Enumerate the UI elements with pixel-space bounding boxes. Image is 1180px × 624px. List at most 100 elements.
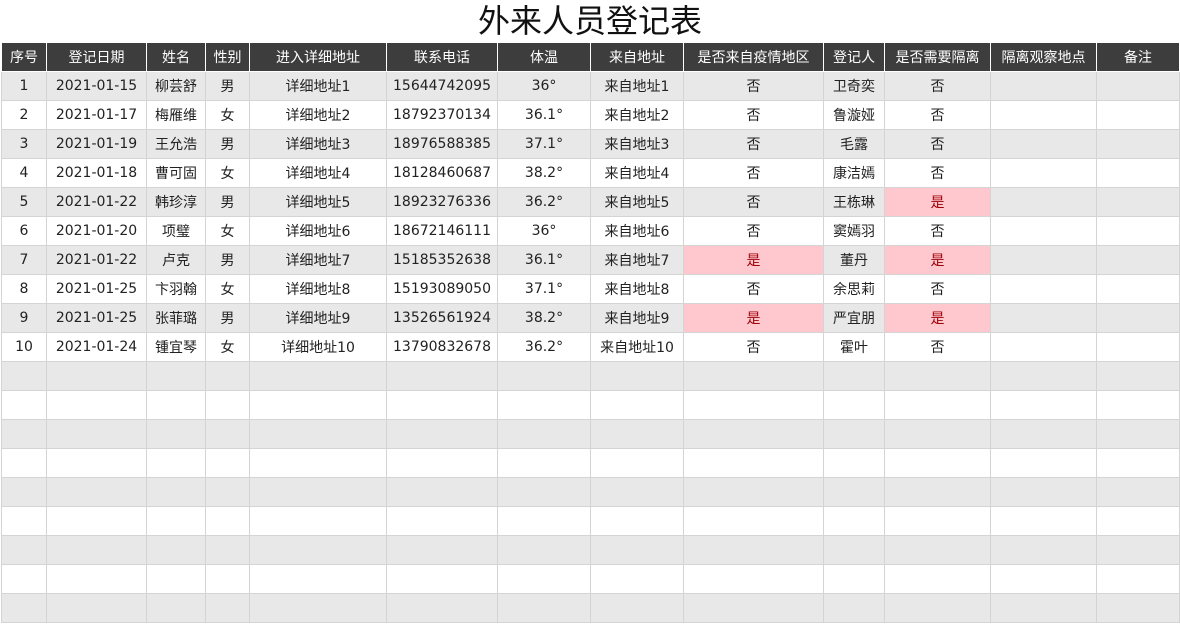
cell-from-address[interactable] <box>590 361 684 391</box>
cell-name[interactable]: 张菲璐 <box>146 303 206 333</box>
cell-from-address[interactable]: 来自地址4 <box>590 158 684 188</box>
cell-phone[interactable] <box>386 535 498 565</box>
cell-needs-isolation[interactable]: 是 <box>884 187 991 217</box>
cell-address[interactable] <box>249 419 387 449</box>
cell-needs-isolation[interactable] <box>884 506 991 536</box>
cell-date[interactable] <box>46 390 147 420</box>
cell-phone[interactable]: 18792370134 <box>386 100 498 130</box>
cell-seq[interactable]: 4 <box>1 158 47 188</box>
cell-seq[interactable]: 3 <box>1 129 47 159</box>
cell-registrar[interactable]: 窦嫣羽 <box>823 216 885 246</box>
cell-notes[interactable] <box>1096 448 1180 478</box>
cell-epidemic-area[interactable]: 否 <box>683 100 824 130</box>
cell-from-address[interactable] <box>590 506 684 536</box>
cell-isolation-place[interactable] <box>990 477 1097 507</box>
cell-registrar[interactable]: 毛露 <box>823 129 885 159</box>
cell-epidemic-area[interactable]: 否 <box>683 216 824 246</box>
cell-name[interactable]: 柳芸舒 <box>146 71 206 101</box>
cell-gender[interactable] <box>205 535 250 565</box>
cell-name[interactable]: 曹可固 <box>146 158 206 188</box>
col-isolate-header[interactable]: 是否需要隔离 <box>884 42 991 72</box>
cell-seq[interactable]: 1 <box>1 71 47 101</box>
cell-address[interactable]: 详细地址7 <box>249 245 387 275</box>
cell-notes[interactable] <box>1096 274 1180 304</box>
cell-phone[interactable] <box>386 593 498 623</box>
cell-seq[interactable] <box>1 419 47 449</box>
cell-phone[interactable]: 18923276336 <box>386 187 498 217</box>
cell-seq[interactable] <box>1 477 47 507</box>
cell-name[interactable] <box>146 419 206 449</box>
cell-notes[interactable] <box>1096 535 1180 565</box>
cell-name[interactable]: 卢克 <box>146 245 206 275</box>
cell-name[interactable] <box>146 564 206 594</box>
cell-temperature[interactable]: 36.2° <box>497 332 591 362</box>
cell-notes[interactable] <box>1096 71 1180 101</box>
col-address-header[interactable]: 进入详细地址 <box>249 42 387 72</box>
cell-registrar[interactable]: 鲁漩娅 <box>823 100 885 130</box>
cell-seq[interactable] <box>1 593 47 623</box>
cell-isolation-place[interactable] <box>990 129 1097 159</box>
cell-gender[interactable]: 男 <box>205 187 250 217</box>
cell-address[interactable] <box>249 361 387 391</box>
cell-address[interactable]: 详细地址1 <box>249 71 387 101</box>
cell-needs-isolation[interactable]: 否 <box>884 332 991 362</box>
col-gender-header[interactable]: 性别 <box>205 42 250 72</box>
cell-from-address[interactable] <box>590 564 684 594</box>
cell-from-address[interactable] <box>590 390 684 420</box>
cell-needs-isolation[interactable] <box>884 564 991 594</box>
cell-registrar[interactable]: 余思莉 <box>823 274 885 304</box>
cell-registrar[interactable]: 董丹 <box>823 245 885 275</box>
cell-date[interactable]: 2021-01-19 <box>46 129 147 159</box>
col-name-header[interactable]: 姓名 <box>146 42 206 72</box>
col-isolation-place-header[interactable]: 隔离观察地点 <box>990 42 1097 72</box>
cell-epidemic-area[interactable]: 是 <box>683 303 824 333</box>
cell-epidemic-area[interactable] <box>683 593 824 623</box>
cell-from-address[interactable]: 来自地址9 <box>590 303 684 333</box>
cell-address[interactable] <box>249 477 387 507</box>
cell-epidemic-area[interactable] <box>683 535 824 565</box>
cell-gender[interactable]: 男 <box>205 303 250 333</box>
cell-from-address[interactable]: 来自地址1 <box>590 71 684 101</box>
cell-isolation-place[interactable] <box>990 564 1097 594</box>
cell-address[interactable] <box>249 535 387 565</box>
cell-epidemic-area[interactable]: 否 <box>683 129 824 159</box>
cell-notes[interactable] <box>1096 390 1180 420</box>
cell-gender[interactable]: 女 <box>205 100 250 130</box>
cell-isolation-place[interactable] <box>990 361 1097 391</box>
cell-gender[interactable]: 女 <box>205 274 250 304</box>
cell-notes[interactable] <box>1096 303 1180 333</box>
cell-from-address[interactable]: 来自地址6 <box>590 216 684 246</box>
cell-epidemic-area[interactable]: 否 <box>683 187 824 217</box>
cell-notes[interactable] <box>1096 564 1180 594</box>
cell-temperature[interactable] <box>497 361 591 391</box>
cell-phone[interactable] <box>386 419 498 449</box>
cell-address[interactable] <box>249 448 387 478</box>
cell-registrar[interactable] <box>823 593 885 623</box>
cell-temperature[interactable]: 36.1° <box>497 100 591 130</box>
cell-epidemic-area[interactable] <box>683 448 824 478</box>
cell-name[interactable] <box>146 506 206 536</box>
cell-seq[interactable]: 9 <box>1 303 47 333</box>
cell-isolation-place[interactable] <box>990 71 1097 101</box>
cell-isolation-place[interactable] <box>990 187 1097 217</box>
cell-registrar[interactable]: 卫奇奕 <box>823 71 885 101</box>
cell-temperature[interactable]: 38.2° <box>497 303 591 333</box>
cell-gender[interactable]: 男 <box>205 71 250 101</box>
cell-isolation-place[interactable] <box>990 448 1097 478</box>
cell-name[interactable]: 项璧 <box>146 216 206 246</box>
cell-seq[interactable] <box>1 535 47 565</box>
cell-registrar[interactable] <box>823 419 885 449</box>
cell-needs-isolation[interactable]: 否 <box>884 158 991 188</box>
cell-name[interactable] <box>146 390 206 420</box>
cell-isolation-place[interactable] <box>990 303 1097 333</box>
cell-temperature[interactable] <box>497 593 591 623</box>
cell-seq[interactable]: 2 <box>1 100 47 130</box>
col-temp-header[interactable]: 体温 <box>497 42 591 72</box>
cell-date[interactable] <box>46 593 147 623</box>
cell-gender[interactable] <box>205 361 250 391</box>
cell-needs-isolation[interactable] <box>884 535 991 565</box>
cell-temperature[interactable]: 38.2° <box>497 158 591 188</box>
cell-isolation-place[interactable] <box>990 593 1097 623</box>
cell-phone[interactable] <box>386 564 498 594</box>
cell-name[interactable] <box>146 593 206 623</box>
